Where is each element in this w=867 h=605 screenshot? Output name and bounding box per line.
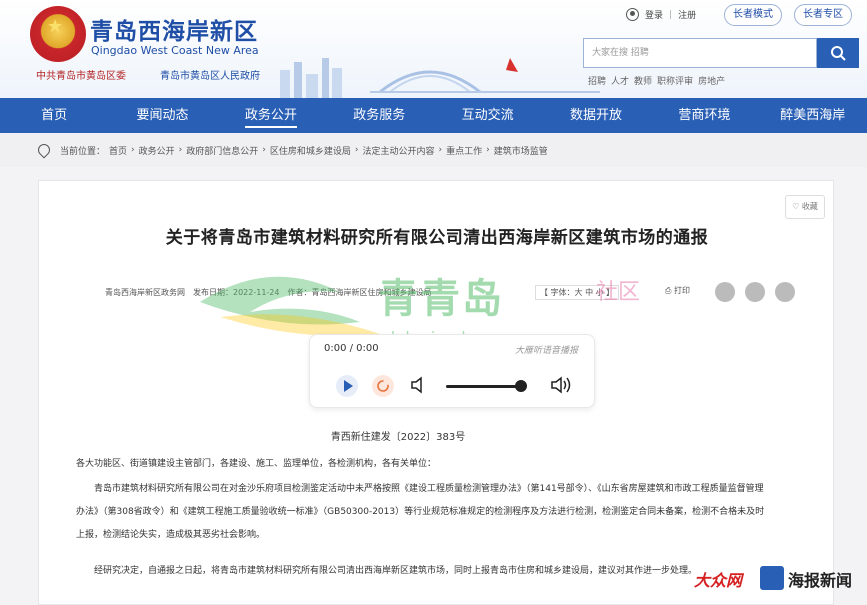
national-emblem-logo <box>30 6 86 62</box>
document-number: 青西新住建发〔2022〕383号 <box>330 432 466 443</box>
city-skyline-illustration <box>280 58 600 98</box>
haibao-logo: 海报新闻 <box>788 571 853 590</box>
nav-item[interactable]: 首页 <box>0 98 108 133</box>
breadcrumb-item[interactable]: 建筑市场监管 <box>494 144 548 157</box>
nav-item[interactable]: 要闻动态 <box>108 98 216 133</box>
hot-word[interactable]: 教师 <box>634 74 652 87</box>
breadcrumb-item[interactable]: 政务公开 <box>139 144 175 157</box>
hot-words: 招聘 人才 教师 职称评审 房地产 <box>588 74 725 87</box>
volume-slider-handle[interactable] <box>515 380 527 392</box>
user-icon <box>626 8 639 21</box>
print-button[interactable]: ⎙ 打印 <box>665 285 690 296</box>
site-header: 青岛西海岸新区 Qingdao West Coast New Area 中共青岛… <box>0 0 867 98</box>
nav-item[interactable]: 营商环境 <box>650 98 758 133</box>
nav-item[interactable]: 互动交流 <box>434 98 542 133</box>
login-link[interactable]: 登录 <box>645 8 663 21</box>
hot-word[interactable]: 房地产 <box>698 74 725 87</box>
login-area: 登录 | 注册 <box>626 8 696 21</box>
search-input[interactable]: 大家在搜 招聘 <box>583 38 817 68</box>
weibo-share-icon[interactable] <box>745 282 765 302</box>
article-title: 关于将青岛市建筑材料研究所有限公司清出西海岸新区建筑市场的通报 <box>165 228 709 248</box>
hot-word[interactable]: 招聘 <box>588 74 606 87</box>
breadcrumb-item[interactable]: 首页 <box>109 144 127 157</box>
heart-icon: ♡ <box>792 202 802 211</box>
replay-button[interactable] <box>372 375 394 397</box>
hot-word[interactable]: 人才 <box>611 74 629 87</box>
breadcrumb-item[interactable]: 法定主动公开内容 <box>363 144 435 157</box>
volume-icon[interactable] <box>410 375 428 395</box>
print-icon: ⎙ <box>665 286 674 295</box>
elder-zone-button[interactable]: 长者专区 <box>794 4 852 26</box>
nav-item[interactable]: 政务服务 <box>325 98 433 133</box>
org-gov: 青岛市黄岛区人民政府 <box>160 71 260 82</box>
breadcrumb-label: 当前位置： <box>60 146 106 157</box>
watermark-title: 青青岛 <box>378 276 504 322</box>
elder-mode-button[interactable]: 长者模式 <box>724 4 782 26</box>
audio-brand: 大雁听语音播报 <box>514 346 578 356</box>
location-pin-icon <box>35 141 53 159</box>
nav-item[interactable]: 醉美西海岸 <box>759 98 867 133</box>
main-nav: 首页 要闻动态 政务公开 政务服务 互动交流 数据开放 营商环境 醉美西海岸 <box>0 98 867 133</box>
watermark-tag: 社区 <box>596 280 641 305</box>
breadcrumb-item[interactable]: 重点工作 <box>446 144 482 157</box>
hot-word[interactable]: 职称评审 <box>657 74 693 87</box>
separator: | <box>669 9 673 20</box>
nav-item[interactable]: 数据开放 <box>542 98 650 133</box>
wechat-share-icon[interactable] <box>715 282 735 302</box>
volume-up-icon[interactable] <box>550 375 574 395</box>
body-paragraph: 经研究决定，自通报之日起，将青岛市建筑材料研究所有限公司清出西海岸新区建筑市场，… <box>94 566 698 576</box>
site-title[interactable]: 青岛西海岸新区 <box>90 12 258 46</box>
site-subtitle: Qingdao West Coast New Area <box>91 44 259 57</box>
play-button[interactable] <box>336 375 358 397</box>
volume-slider-track[interactable] <box>446 385 522 388</box>
audio-time: 0:00 / 0:00 <box>324 343 379 354</box>
haibao-logo-icon <box>760 566 784 590</box>
register-link[interactable]: 注册 <box>678 8 696 21</box>
qzone-share-icon[interactable] <box>775 282 795 302</box>
favorite-button[interactable]: ♡ 收藏 <box>785 195 825 219</box>
breadcrumb: 当前位置： 首页 › 政务公开 › 政府部门信息公开 › 区住房和城乡建设局 › 法定主… <box>0 133 867 167</box>
audio-player: 0:00 / 0:00 大雁听语音播报 <box>309 334 595 408</box>
body-paragraph: 青岛市建筑材料研究所有限公司在对金沙乐府项目检测鉴定活动中未严格按照《建设工程质… <box>76 484 765 540</box>
article-source: 青岛西海岸新区政务网 <box>105 288 185 297</box>
addressee: 各大功能区、街道镇建设主管部门，各建设、施工、监理单位，各检测机构，各有关单位： <box>76 459 437 469</box>
dazhong-logo: 大众网 <box>694 571 743 590</box>
org-party: 中共青岛市黄岛区委 <box>36 71 126 82</box>
breadcrumb-item[interactable]: 区住房和城乡建设局 <box>270 144 351 157</box>
breadcrumb-item[interactable]: 政府部门信息公开 <box>186 144 258 157</box>
article-date: 发布日期：2022-11-24 <box>193 288 280 297</box>
replay-icon <box>377 380 389 392</box>
search-button[interactable] <box>817 38 859 68</box>
nav-item-active[interactable]: 政务公开 <box>217 98 325 133</box>
search-icon <box>831 46 846 61</box>
